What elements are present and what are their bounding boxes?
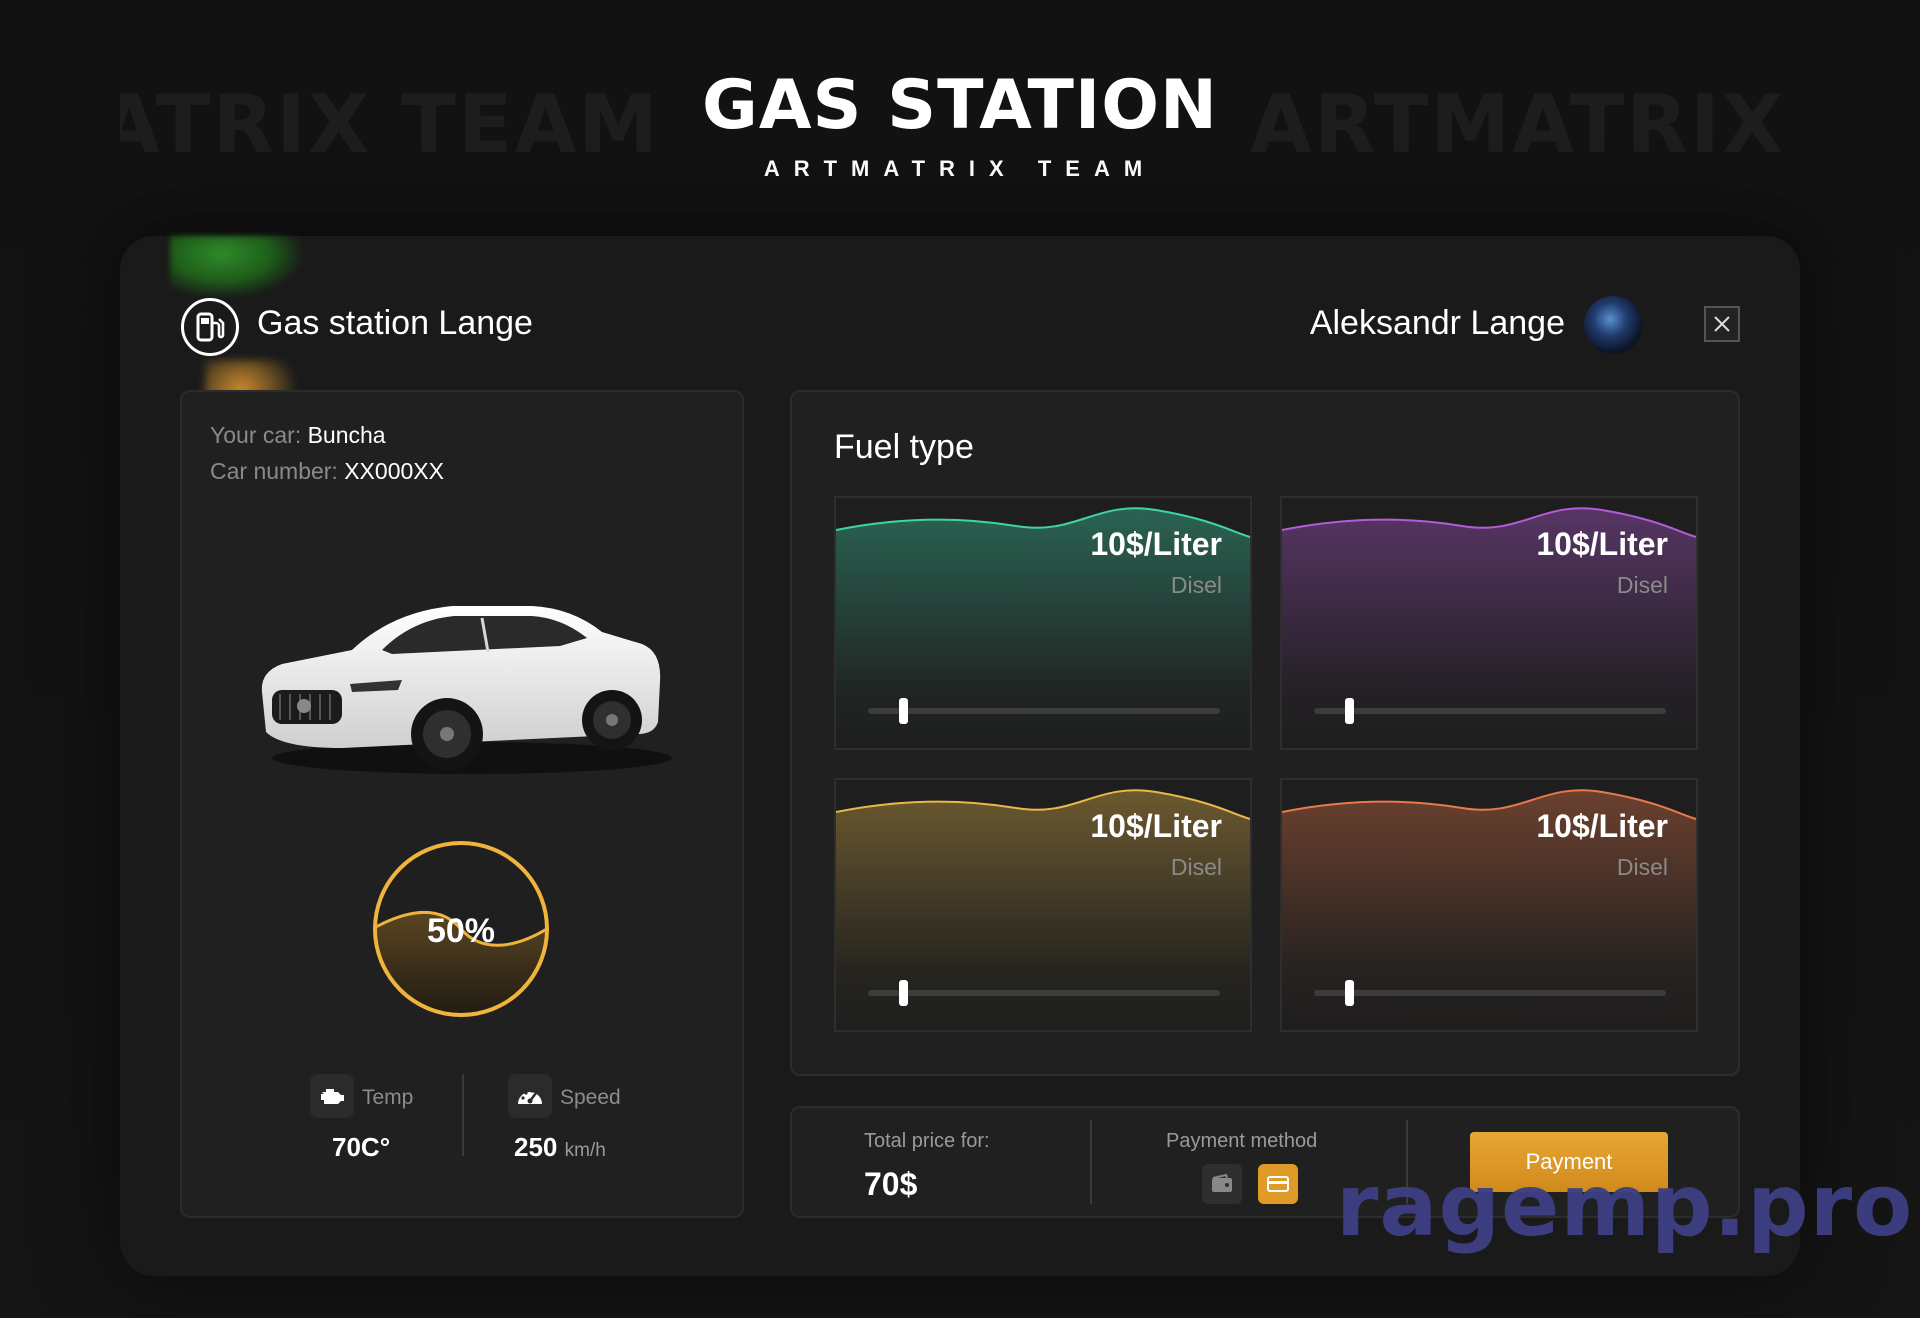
payment-divider bbox=[1090, 1120, 1092, 1204]
fuel-card[interactable]: 10$/Liter Disel bbox=[834, 778, 1252, 1032]
payment-method-label: Payment method bbox=[1166, 1130, 1318, 1152]
wallet-payment-option[interactable] bbox=[1202, 1164, 1242, 1204]
user-name: Aleksandr Lange bbox=[1309, 304, 1565, 342]
speed-value: 250 bbox=[514, 1132, 558, 1162]
fuel-price: 10$/Liter bbox=[1536, 808, 1668, 844]
fuel-price: 10$/Liter bbox=[1090, 808, 1222, 844]
car-image bbox=[261, 606, 672, 774]
speed-readout: 250 km/h bbox=[514, 1132, 606, 1163]
car-info-card: Your car: Buncha Car number: XX000XX 50%… bbox=[180, 390, 744, 1218]
fuel-amount-slider-thumb[interactable] bbox=[899, 980, 909, 1006]
fuel-amount-slider-track[interactable] bbox=[1314, 990, 1666, 996]
fuel-amount-slider-thumb[interactable] bbox=[1345, 698, 1355, 724]
car-number-value: XX000XX bbox=[344, 458, 444, 484]
fuel-name: Disel bbox=[1616, 854, 1668, 880]
wallet-icon bbox=[1212, 1174, 1232, 1192]
gas-station-icon bbox=[181, 298, 239, 356]
stats-divider bbox=[462, 1074, 464, 1156]
fuel-amount-slider-track[interactable] bbox=[1314, 708, 1666, 714]
decorative-blob-green bbox=[170, 236, 300, 296]
fuel-card[interactable]: 10$/Liter Disel bbox=[834, 496, 1252, 750]
fuel-amount-slider-thumb[interactable] bbox=[899, 698, 909, 724]
fuel-level-text: 50% bbox=[426, 912, 496, 950]
fuel-type-panel: Fuel type 10$/Liter Disel 10$/Liter Dise… bbox=[790, 390, 1740, 1076]
speed-unit: km/h bbox=[564, 1140, 606, 1161]
fuel-amount-slider-track[interactable] bbox=[868, 708, 1220, 714]
car-model-label: Your car: bbox=[210, 422, 302, 448]
fuel-price: 10$/Liter bbox=[1090, 526, 1222, 562]
fuel-card[interactable]: 10$/Liter Disel bbox=[1280, 778, 1698, 1032]
temp-value: 70C° bbox=[332, 1132, 391, 1162]
close-icon bbox=[1714, 316, 1730, 332]
fuel-amount-slider-track[interactable] bbox=[868, 990, 1220, 996]
station-name: Gas station Lange bbox=[257, 304, 533, 342]
fuel-name: Disel bbox=[1170, 572, 1222, 598]
fuel-name: Disel bbox=[1170, 854, 1222, 880]
page-title: GAS STATION bbox=[702, 66, 1218, 145]
card-icon bbox=[1267, 1176, 1289, 1192]
close-button[interactable] bbox=[1704, 306, 1740, 342]
fuel-name: Disel bbox=[1616, 572, 1668, 598]
page-subtitle: ARTMATRIX TEAM bbox=[763, 156, 1157, 181]
card-payment-option[interactable] bbox=[1258, 1164, 1298, 1204]
speedometer-icon bbox=[508, 1074, 552, 1118]
car-model-line: Your car: Buncha bbox=[210, 422, 386, 449]
fuel-card[interactable]: 10$/Liter Disel bbox=[1280, 496, 1698, 750]
total-price-label: Total price for: bbox=[864, 1130, 990, 1152]
car-number-line: Car number: XX000XX bbox=[210, 458, 444, 485]
fuel-type-title: Fuel type bbox=[834, 428, 974, 466]
car-number-label: Car number: bbox=[210, 458, 338, 484]
fuel-amount-slider-thumb[interactable] bbox=[1345, 980, 1355, 1006]
speed-label: Speed bbox=[560, 1086, 621, 1109]
fuel-price: 10$/Liter bbox=[1536, 526, 1668, 562]
total-price-value: 70$ bbox=[864, 1166, 918, 1202]
car-model-value: Buncha bbox=[307, 422, 386, 448]
watermark: ragemp.pro bbox=[1336, 1156, 1914, 1256]
avatar bbox=[1584, 296, 1642, 354]
temp-label: Temp bbox=[362, 1086, 414, 1109]
engine-icon bbox=[310, 1074, 354, 1118]
